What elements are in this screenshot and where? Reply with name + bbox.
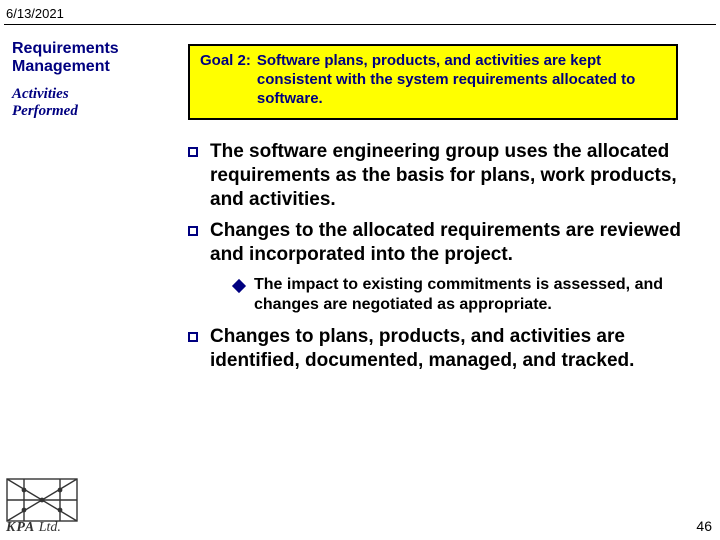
logo: KPA Ltd. bbox=[6, 478, 94, 536]
list-item: Changes to the allocated requirements ar… bbox=[188, 219, 690, 267]
side-sub-line2: Performed bbox=[12, 103, 78, 119]
logo-kpa: KPA bbox=[6, 520, 35, 535]
side-title-line1: Requirements bbox=[12, 40, 119, 57]
list-item: Changes to plans, products, and activiti… bbox=[188, 325, 690, 373]
diamond-bullet-icon bbox=[232, 275, 254, 315]
page-number: 46 bbox=[696, 518, 712, 534]
square-bullet-icon bbox=[188, 325, 210, 373]
side-sub-line1: Activities bbox=[12, 86, 69, 102]
side-title-line2: Management bbox=[12, 58, 110, 75]
logo-ltd: Ltd. bbox=[35, 520, 61, 535]
bullet-text: Changes to plans, products, and activiti… bbox=[210, 325, 690, 373]
bullet-text: Changes to the allocated requirements ar… bbox=[210, 219, 690, 267]
side-title: Requirements Management bbox=[12, 40, 152, 77]
square-bullet-icon bbox=[188, 219, 210, 267]
goal-box: Goal 2: Software plans, products, and ac… bbox=[188, 44, 678, 120]
divider bbox=[4, 24, 716, 25]
logo-text: KPA Ltd. bbox=[6, 520, 94, 536]
bullet-text: The software engineering group uses the … bbox=[210, 140, 690, 211]
square-bullet-icon bbox=[188, 140, 210, 211]
bullet-list: The software engineering group uses the … bbox=[188, 140, 690, 380]
side-subtitle: Activities Performed bbox=[12, 86, 152, 119]
date-text: 6/13/2021 bbox=[6, 6, 64, 21]
goal-text: Software plans, products, and activities… bbox=[257, 52, 666, 108]
sub-bullet-text: The impact to existing commitments is as… bbox=[254, 275, 690, 315]
sub-list-item: The impact to existing commitments is as… bbox=[232, 275, 690, 315]
logo-icon bbox=[6, 478, 78, 522]
goal-label: Goal 2: bbox=[200, 52, 257, 108]
list-item: The software engineering group uses the … bbox=[188, 140, 690, 211]
